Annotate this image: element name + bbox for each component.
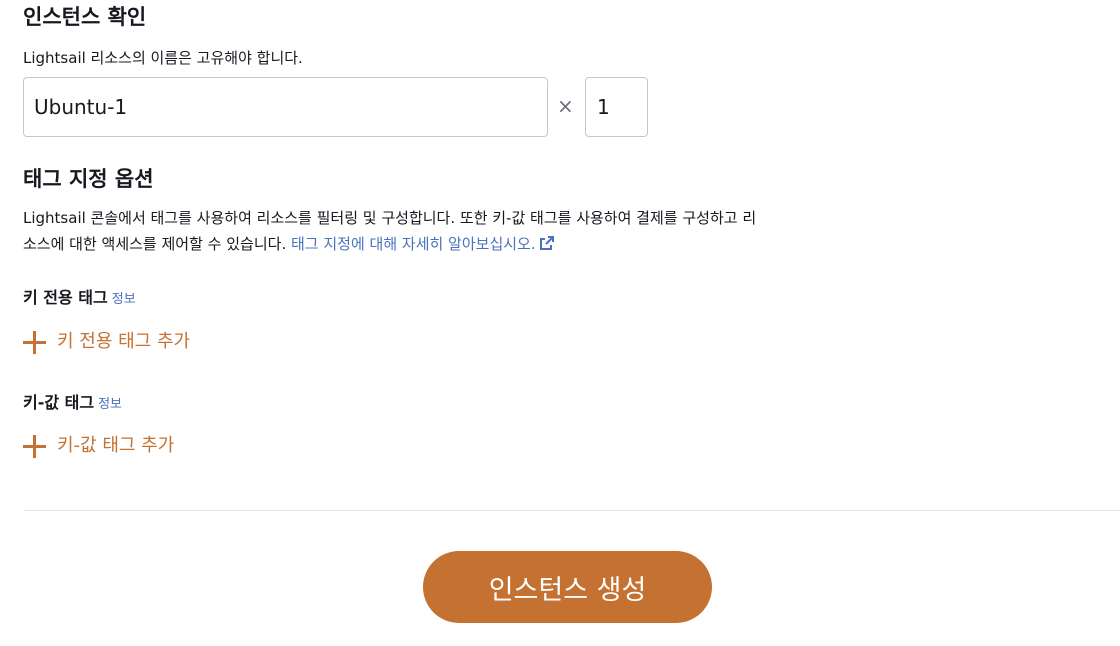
add-key-only-tag-label: 키 전용 태그 추가 [57,331,191,352]
key-only-tags-label: 키 전용 태그 [23,288,108,307]
key-value-tags-label: 키-값 태그 [23,393,95,412]
tag-learn-more-link[interactable]: 태그 지정에 대해 자세히 알아보십시오. [291,235,554,253]
tag-options-description: Lightsail 콘솔에서 태그를 사용하여 리소스를 필터링 및 구성합니다… [23,205,756,258]
tag-learn-more-text: 태그 지정에 대해 자세히 알아보십시오. [290,235,536,253]
key-only-info-link[interactable]: 정보 [112,292,136,307]
add-key-value-tag-label: 키-값 태그 추가 [57,435,175,456]
plus-icon [23,434,46,458]
multiply-icon: × [557,94,574,118]
confirm-instance-title: 인스턴스 확인 [23,5,147,29]
add-key-only-tag-button[interactable]: 키 전용 태그 추가 [23,329,190,355]
key-value-tags-heading: 키-값 태그 정보 [23,391,122,417]
tag-options-title: 태그 지정 옵션 [23,167,154,191]
key-only-tags-heading: 키 전용 태그 정보 [23,286,136,312]
create-instance-page: 인스턴스 확인 Lightsail 리소스의 이름은 고유해야 합니다. × 태… [0,0,1120,646]
instance-count-input[interactable] [585,77,648,137]
tag-description-line2: 소스에 대한 액세스를 제어할 수 있습니다. [23,235,291,253]
create-instance-button[interactable]: 인스턴스 생성 [423,551,712,623]
tag-description-line1: Lightsail 콘솔에서 태그를 사용하여 리소스를 필터링 및 구성합니다… [23,209,757,227]
confirm-instance-description: Lightsail 리소스의 이름은 고유해야 합니다. [23,49,303,67]
add-key-value-tag-button[interactable]: 키-값 태그 추가 [23,433,174,459]
instance-name-input[interactable] [23,77,548,137]
section-divider [23,510,1120,511]
key-value-info-link[interactable]: 정보 [98,397,122,412]
external-link-icon [539,232,554,258]
plus-icon [23,330,46,354]
